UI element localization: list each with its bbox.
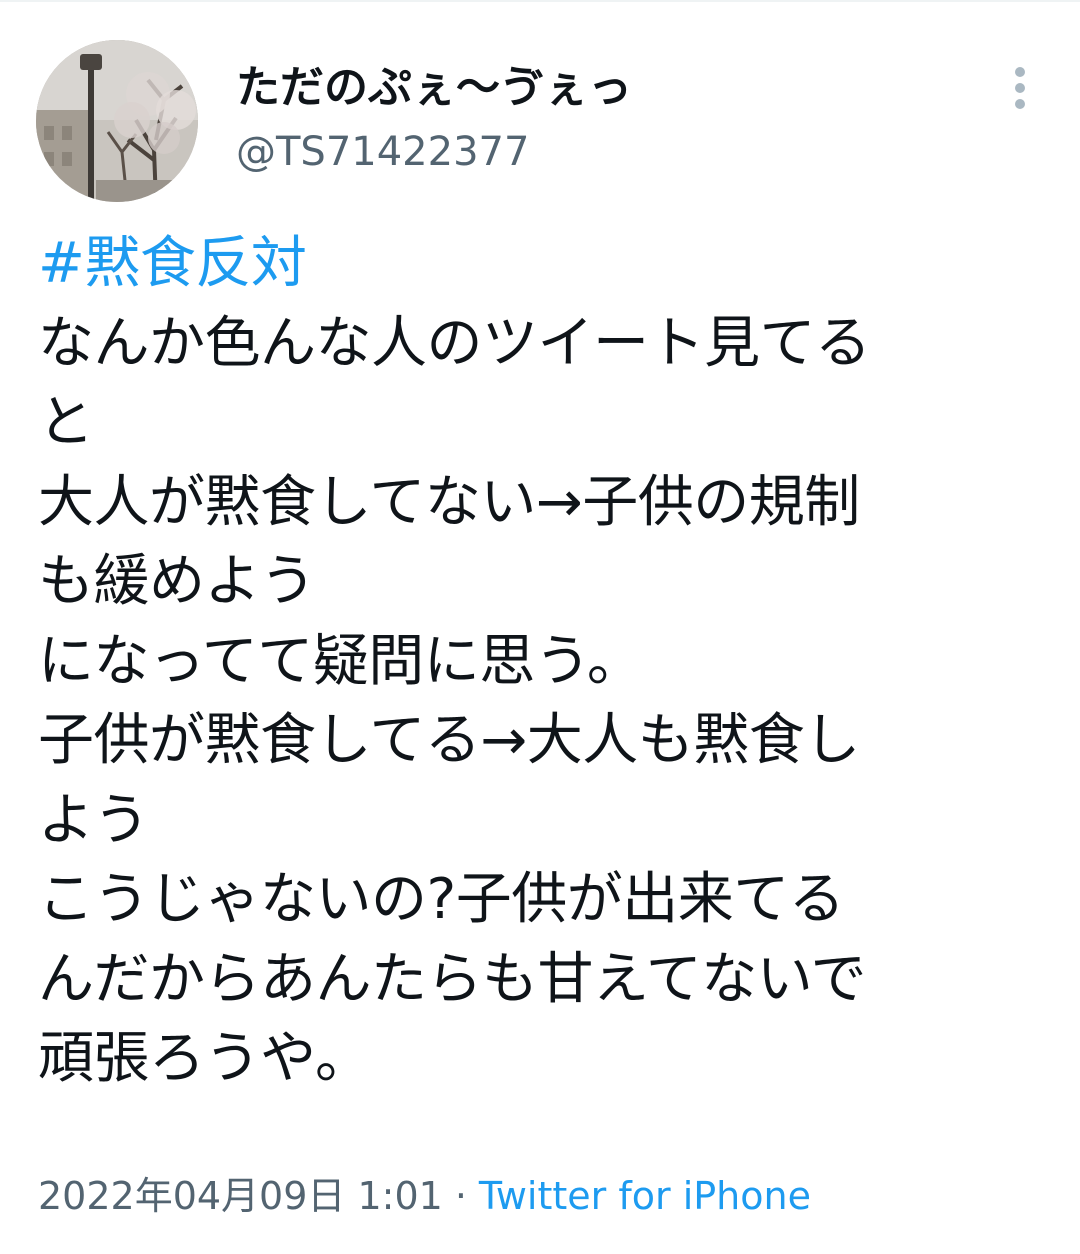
- display-name[interactable]: ただのぷぇ〜ゔぇっ: [236, 56, 632, 120]
- tweet-line: 子供が黙食してる→大人も黙食し: [38, 708, 860, 773]
- tweet-line: なんか色んな人のツイート見てる: [38, 310, 871, 376]
- tweet-meta: 2022年04月09日 1:01 · Twitter for iPhone: [38, 1166, 811, 1226]
- tweet-text: #黙食反対 なんか色んな人のツイート見てる と 大人が黙食してない→子供の規制 …: [38, 224, 1048, 1099]
- tweet-line: よう: [38, 787, 150, 853]
- more-vertical-icon: [1015, 67, 1025, 109]
- user-handle[interactable]: @TS71422377: [236, 122, 529, 182]
- meta-separator: ·: [454, 1174, 467, 1218]
- source-link[interactable]: Twitter for iPhone: [479, 1174, 811, 1218]
- tweet-line: んだからあんたらも甘えてないで: [38, 946, 867, 1012]
- more-button[interactable]: [996, 60, 1044, 116]
- tweet-line: 頑張ろうや。: [38, 1026, 371, 1091]
- tweet-line: こうじゃないの?子供が出来てる: [38, 867, 845, 932]
- tweet-line: と: [38, 390, 94, 455]
- tweet-line: 大人が黙食してない→子供の規制: [38, 469, 860, 535]
- hashtag-link[interactable]: #黙食反対: [38, 231, 307, 296]
- tweet-timestamp[interactable]: 2022年04月09日 1:01: [38, 1174, 443, 1218]
- hashtag-line: #黙食反対: [38, 224, 1048, 304]
- tweet-line: も緩めよう: [38, 549, 316, 614]
- top-divider: [0, 0, 1080, 2]
- avatar[interactable]: [36, 40, 198, 202]
- tweet-line: になってて疑問に思う。: [38, 628, 643, 694]
- profile-photo: [36, 40, 198, 202]
